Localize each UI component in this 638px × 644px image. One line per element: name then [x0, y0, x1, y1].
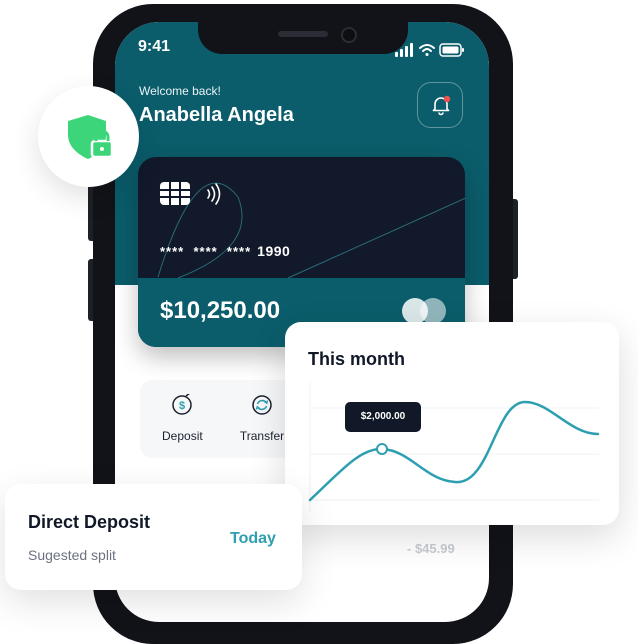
front-camera [341, 27, 357, 43]
deposit-icon: $ [172, 392, 192, 415]
status-time: 9:41 [138, 38, 171, 55]
direct-deposit-date: Today [230, 530, 276, 547]
card-chip-icon [160, 182, 190, 205]
this-month-card: This month $2,000.00 [285, 322, 619, 525]
shield-lock-icon [68, 115, 114, 159]
card-balance: $10,250.00 [160, 297, 281, 324]
svg-text:$: $ [179, 400, 185, 412]
power-button [513, 199, 518, 279]
card-brand-icon [402, 298, 446, 324]
deposit-action[interactable]: $ Deposit [162, 392, 203, 443]
chart-highlight-point [376, 443, 388, 455]
transfer-action[interactable]: Transfer [236, 394, 288, 443]
transfer-icon [252, 395, 272, 415]
speaker-grill [278, 31, 328, 37]
card-number-last4: 1990 [257, 243, 291, 259]
deposit-label: Deposit [162, 429, 203, 443]
direct-deposit-subtitle: Sugested split [28, 547, 116, 563]
volume-up-button [88, 179, 93, 241]
bell-icon [432, 95, 451, 116]
direct-deposit-title: Direct Deposit [28, 512, 151, 532]
phone-notch [198, 22, 408, 54]
user-name: Anabella Angela [139, 104, 294, 126]
chart-tooltip: $2,000.00 [345, 402, 421, 432]
volume-down-button [88, 259, 93, 321]
spending-chart [308, 382, 600, 512]
notifications-button[interactable] [417, 82, 463, 128]
notification-dot [443, 95, 451, 103]
bank-card[interactable]: **** **** **** 1990 $10,250.00 [138, 157, 465, 347]
status-icons [395, 43, 464, 57]
card-number: **** **** **** 1990 [160, 243, 290, 259]
wifi-icon [419, 44, 435, 56]
transfer-label: Transfer [239, 429, 285, 443]
transaction-amount: - $45.99 [407, 541, 455, 556]
battery-icon [439, 43, 464, 57]
direct-deposit-card[interactable]: Direct Deposit Sugested split Today [5, 484, 302, 590]
security-badge [38, 86, 139, 187]
signal-icon [395, 43, 413, 57]
card-number-masked: **** **** **** [160, 244, 252, 259]
welcome-text: Welcome back! [139, 84, 221, 98]
contactless-icon [207, 183, 221, 205]
